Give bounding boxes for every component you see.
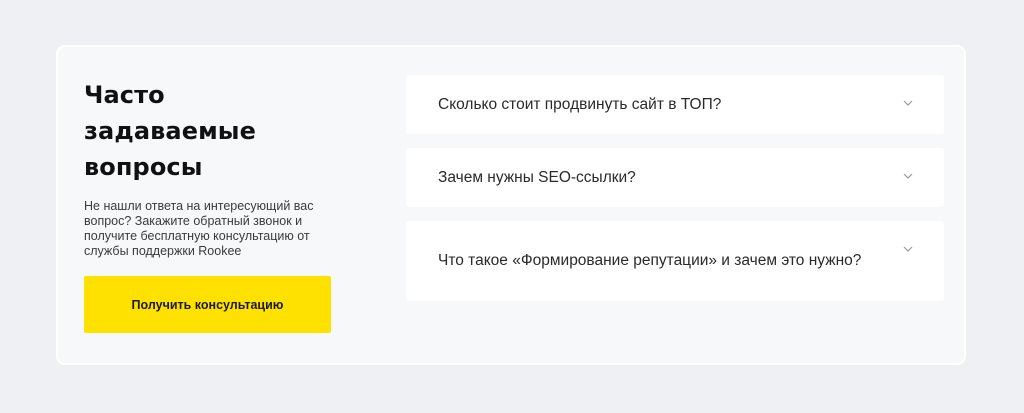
faq-item[interactable]: Что такое «Формирование репутации» и зач… <box>406 221 944 301</box>
faq-item[interactable]: Зачем нужны SEO-ссылки? <box>406 148 944 207</box>
faq-card: Часто задаваемые вопросы Не нашли ответа… <box>56 45 966 365</box>
faq-title: Часто задаваемые вопросы <box>84 81 256 181</box>
faq-intro: Часто задаваемые вопросы Не нашли ответа… <box>84 77 334 259</box>
faq-description: Не нашли ответа на интересующий вас вопр… <box>84 199 314 258</box>
faq-question: Сколько стоит продвинуть сайт в ТОП? <box>438 95 722 113</box>
chevron-down-icon <box>903 246 913 252</box>
faq-list: Сколько стоит продвинуть сайт в ТОП? Зач… <box>406 75 944 301</box>
faq-question: Что такое «Формирование репутации» и зач… <box>438 252 862 269</box>
chevron-down-icon <box>903 100 913 106</box>
faq-item[interactable]: Сколько стоит продвинуть сайт в ТОП? <box>406 75 944 134</box>
faq-question: Зачем нужны SEO-ссылки? <box>438 168 636 186</box>
get-consultation-button[interactable]: Получить консультацию <box>84 276 331 333</box>
chevron-down-icon <box>903 173 913 179</box>
